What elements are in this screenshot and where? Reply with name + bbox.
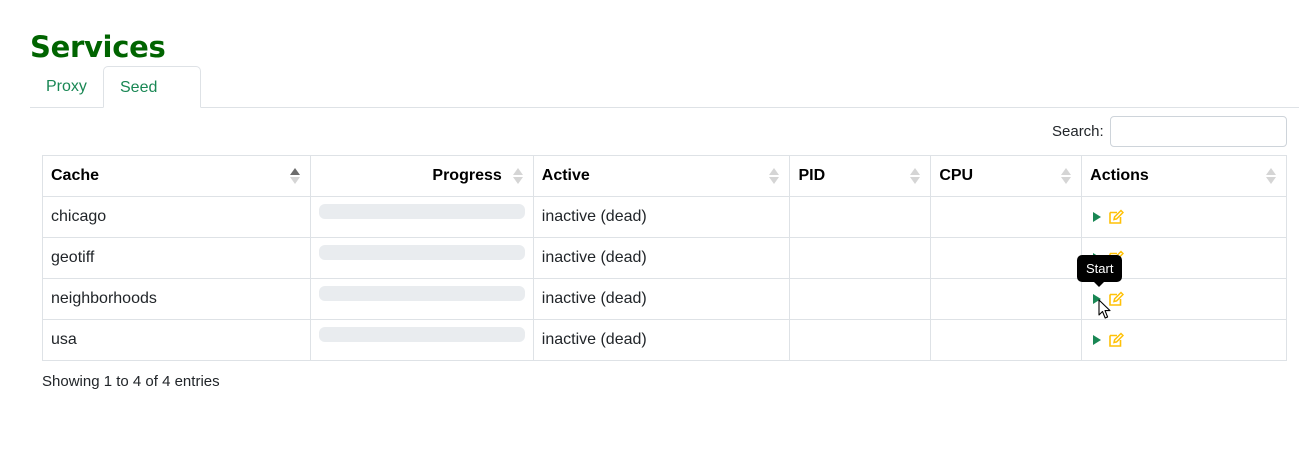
tab-bar: Proxy Seed bbox=[30, 66, 1299, 108]
cache-cell: usa bbox=[42, 319, 311, 361]
column-header-label: PID bbox=[798, 167, 826, 184]
column-header-actions[interactable]: Actions bbox=[1081, 155, 1287, 197]
page-title: Services bbox=[30, 30, 166, 64]
cpu-cell bbox=[930, 237, 1083, 279]
tab-proxy[interactable]: Proxy bbox=[30, 66, 103, 108]
pid-cell bbox=[789, 237, 932, 279]
cpu-cell bbox=[930, 196, 1083, 238]
table-info: Showing 1 to 4 of 4 entries bbox=[42, 373, 220, 390]
edit-icon[interactable] bbox=[1108, 332, 1125, 348]
actions-cell bbox=[1081, 319, 1287, 361]
tab-seed[interactable]: Seed bbox=[103, 66, 201, 108]
play-icon[interactable] bbox=[1093, 335, 1102, 345]
actions-cell bbox=[1081, 278, 1287, 320]
mouse-cursor-icon bbox=[1098, 299, 1111, 319]
cache-cell: chicago bbox=[42, 196, 311, 238]
cache-cell: geotiff bbox=[42, 237, 311, 279]
start-tooltip: Start bbox=[1077, 255, 1123, 287]
active-cell: inactive (dead) bbox=[532, 278, 791, 320]
cache-cell: neighborhoods bbox=[42, 278, 311, 320]
column-header-pid[interactable]: PID bbox=[789, 155, 932, 197]
table-row: chicago inactive (dead) bbox=[42, 196, 1287, 238]
sort-icon bbox=[910, 168, 921, 186]
cpu-cell bbox=[930, 278, 1083, 320]
column-header-label: Actions bbox=[1090, 167, 1149, 184]
column-header-label: Cache bbox=[51, 167, 100, 184]
active-cell: inactive (dead) bbox=[532, 237, 791, 279]
active-cell: inactive (dead) bbox=[532, 196, 791, 238]
column-header-label: CPU bbox=[939, 167, 974, 184]
table-header-row: Cache Progress Active PID CPU Actions bbox=[42, 155, 1287, 197]
progress-bar bbox=[318, 203, 525, 219]
column-header-cache[interactable]: Cache bbox=[42, 155, 311, 197]
edit-icon[interactable] bbox=[1108, 209, 1125, 225]
play-icon[interactable] bbox=[1093, 212, 1102, 222]
progress-cell bbox=[309, 237, 534, 279]
column-header-label: Active bbox=[541, 167, 590, 184]
column-header-cpu[interactable]: CPU bbox=[930, 155, 1083, 197]
progress-cell bbox=[309, 278, 534, 320]
cpu-cell bbox=[930, 319, 1083, 361]
pid-cell bbox=[789, 196, 932, 238]
table-row: usa inactive (dead) bbox=[42, 319, 1287, 361]
progress-cell bbox=[309, 196, 534, 238]
sort-icon bbox=[1061, 168, 1072, 186]
pid-cell bbox=[789, 278, 932, 320]
sort-asc-icon bbox=[289, 168, 300, 186]
progress-bar bbox=[318, 244, 525, 260]
progress-cell bbox=[309, 319, 534, 361]
column-header-progress[interactable]: Progress bbox=[309, 155, 534, 197]
column-header-label: Progress bbox=[432, 167, 502, 184]
progress-bar bbox=[318, 326, 525, 342]
column-header-active[interactable]: Active bbox=[532, 155, 791, 197]
active-cell: inactive (dead) bbox=[532, 319, 791, 361]
search-input[interactable] bbox=[1110, 116, 1287, 147]
sort-icon bbox=[512, 168, 523, 186]
search-label: Search: bbox=[1052, 123, 1104, 140]
actions-cell bbox=[1081, 196, 1287, 238]
progress-bar bbox=[318, 285, 525, 301]
sort-icon bbox=[1266, 168, 1276, 186]
sort-icon bbox=[769, 168, 780, 186]
pid-cell bbox=[789, 319, 932, 361]
